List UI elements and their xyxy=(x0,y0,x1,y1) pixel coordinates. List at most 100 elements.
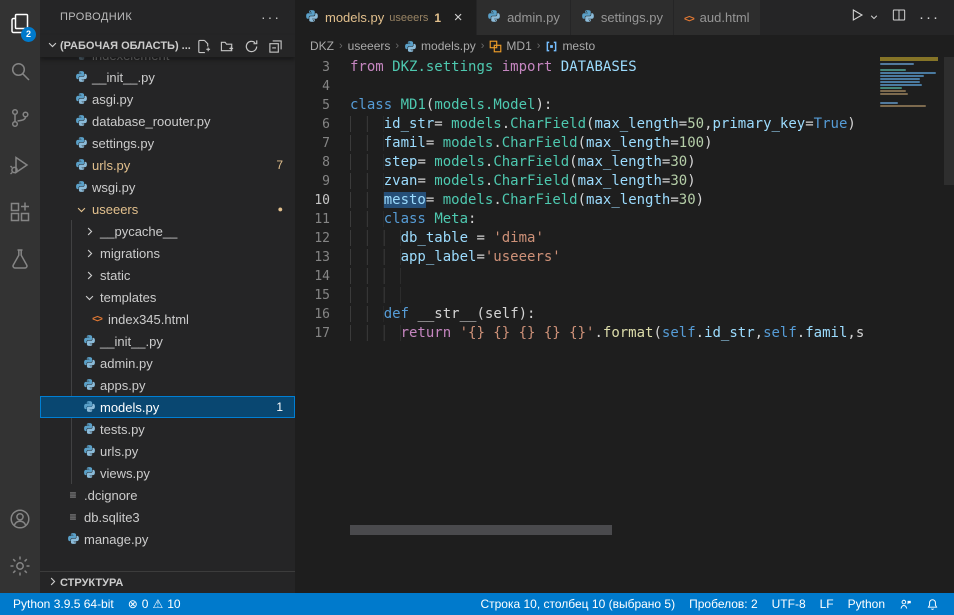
feedback-button[interactable] xyxy=(892,593,919,615)
horizontal-scrollbar[interactable] xyxy=(350,525,612,535)
more-actions-icon[interactable]: ··· xyxy=(919,9,940,26)
tree-item-init-py[interactable]: __init__.py xyxy=(40,330,295,352)
line-number[interactable]: 9 xyxy=(295,172,330,191)
code-line-6[interactable]: 6 id_str= models.CharField(max_length=50… xyxy=(295,115,880,134)
line-number[interactable]: 8 xyxy=(295,153,330,172)
tree-item-indexelement[interactable]: indexelement xyxy=(40,57,295,66)
code-line-8[interactable]: 8 step= models.CharField(max_length=30) xyxy=(295,153,880,172)
tab-admin-py[interactable]: admin.py xyxy=(477,0,571,35)
close-icon[interactable]: × xyxy=(450,9,466,26)
tree-item-database-roouter-py[interactable]: database_roouter.py xyxy=(40,110,295,132)
line-number[interactable]: 10 xyxy=(295,191,330,210)
tree-item-static[interactable]: static xyxy=(40,264,295,286)
chevron-down-icon xyxy=(72,204,90,215)
tree-item-admin-py[interactable]: admin.py xyxy=(40,352,295,374)
line-content xyxy=(350,267,401,286)
line-number[interactable]: 6 xyxy=(295,115,330,134)
new-folder-icon[interactable] xyxy=(220,39,235,54)
tree-item-index345-html[interactable]: <>index345.html xyxy=(40,308,295,330)
tree-item-label: static xyxy=(100,268,130,283)
code-line-13[interactable]: 13 app_label='useeers' xyxy=(295,248,880,267)
tree-item-tests-py[interactable]: tests.py xyxy=(40,418,295,440)
code-line-9[interactable]: 9 zvan= models.CharField(max_length=30) xyxy=(295,172,880,191)
breadcrumb-item-md1[interactable]: MD1 xyxy=(489,39,531,53)
workspace-section-header[interactable]: (РАБОЧАЯ ОБЛАСТЬ) ... xyxy=(40,35,295,57)
list-icon: ≡ xyxy=(64,510,82,524)
split-editor-icon[interactable] xyxy=(891,7,907,28)
line-number[interactable]: 15 xyxy=(295,286,330,305)
extensions-icon[interactable] xyxy=(0,188,40,235)
tree-item-useeers[interactable]: useeers● xyxy=(40,198,295,220)
line-number[interactable]: 4 xyxy=(295,77,330,96)
code-line-7[interactable]: 7 famil= models.CharField(max_length=100… xyxy=(295,134,880,153)
code-line-11[interactable]: 11 class Meta: xyxy=(295,210,880,229)
code-line-16[interactable]: 16 def __str__(self): xyxy=(295,305,880,324)
tree-item-models-py[interactable]: models.py1 xyxy=(40,396,295,418)
tree-item-wsgi-py[interactable]: wsgi.py xyxy=(40,176,295,198)
explorer-more-actions-icon[interactable]: ··· xyxy=(261,0,281,35)
line-number[interactable]: 11 xyxy=(295,210,330,229)
code-line-14[interactable]: 14 xyxy=(295,267,880,286)
run-dropdown-chevron-icon[interactable] xyxy=(869,9,879,27)
code-line-4[interactable]: 4 xyxy=(295,77,880,96)
minimap[interactable] xyxy=(880,57,938,108)
code-line-5[interactable]: 5class MD1(models.Model): xyxy=(295,96,880,115)
explorer-icon[interactable]: 2 xyxy=(0,0,40,47)
manage-icon[interactable] xyxy=(0,542,40,589)
line-number[interactable]: 17 xyxy=(295,324,330,343)
tree-item-pycache[interactable]: __pycache__ xyxy=(40,220,295,242)
tree-item-manage-py[interactable]: manage.py xyxy=(40,528,295,550)
language-mode[interactable]: Python xyxy=(841,593,892,615)
tree-item-settings-py[interactable]: settings.py xyxy=(40,132,295,154)
source-control-icon[interactable] xyxy=(0,94,40,141)
code-editor[interactable]: 3from DKZ.settings import DATABASES45cla… xyxy=(295,57,880,593)
breadcrumb-item-models-py[interactable]: models.py xyxy=(404,39,476,53)
line-number[interactable]: 5 xyxy=(295,96,330,115)
search-icon[interactable] xyxy=(0,47,40,94)
tree-item-asgi-py[interactable]: asgi.py xyxy=(40,88,295,110)
code-line-12[interactable]: 12 db_table = 'dima' xyxy=(295,229,880,248)
refresh-icon[interactable] xyxy=(244,39,259,54)
code-line-15[interactable]: 15 xyxy=(295,286,880,305)
tree-item-views-py[interactable]: views.py xyxy=(40,462,295,484)
line-number[interactable]: 3 xyxy=(295,58,330,77)
encoding-setting[interactable]: UTF-8 xyxy=(765,593,813,615)
vertical-scrollbar[interactable] xyxy=(944,57,954,185)
indentation-setting[interactable]: Пробелов: 2 xyxy=(682,593,765,615)
tab-aud-html[interactable]: <>aud.html xyxy=(674,0,761,35)
code-line-17[interactable]: 17 return '{} {} {} {} {}'.format(self.i… xyxy=(295,324,880,343)
cursor-position[interactable]: Строка 10, столбец 10 (выбрано 5) xyxy=(473,593,682,615)
breadcrumb-item-mesto[interactable]: mesto xyxy=(545,39,595,53)
line-number[interactable]: 7 xyxy=(295,134,330,153)
new-file-icon[interactable] xyxy=(196,39,211,54)
tree-item-templates[interactable]: templates xyxy=(40,286,295,308)
python-interpreter[interactable]: Python 3.9.5 64-bit xyxy=(6,593,121,615)
line-number[interactable]: 16 xyxy=(295,305,330,324)
tab-models-py[interactable]: models.pyuseeers1× xyxy=(295,0,477,35)
line-number[interactable]: 14 xyxy=(295,267,330,286)
tree-item-dcignore[interactable]: ≡.dcignore xyxy=(40,484,295,506)
line-number[interactable]: 12 xyxy=(295,229,330,248)
tree-item-apps-py[interactable]: apps.py xyxy=(40,374,295,396)
run-and-debug-icon[interactable] xyxy=(0,141,40,188)
tree-item-db-sqlite3[interactable]: ≡db.sqlite3 xyxy=(40,506,295,528)
tree-item-urls-py[interactable]: urls.py7 xyxy=(40,154,295,176)
account-icon[interactable] xyxy=(0,495,40,542)
tab-settings-py[interactable]: settings.py xyxy=(571,0,674,35)
breadcrumb-item-useeers[interactable]: useeers xyxy=(348,39,391,53)
tree-item-migrations[interactable]: migrations xyxy=(40,242,295,264)
problems-indicator[interactable]: ⊗ 0 ⚠ 10 xyxy=(121,593,188,615)
eol-setting[interactable]: LF xyxy=(813,593,841,615)
tab-label: admin.py xyxy=(507,10,560,25)
breadcrumb-item-dkz[interactable]: DKZ xyxy=(310,39,334,53)
tree-item-urls-py[interactable]: urls.py xyxy=(40,440,295,462)
collapse-all-icon[interactable] xyxy=(268,39,283,54)
run-button[interactable] xyxy=(849,7,865,28)
code-line-3[interactable]: 3from DKZ.settings import DATABASES xyxy=(295,58,880,77)
tree-item-init-py[interactable]: __init__.py xyxy=(40,66,295,88)
testing-icon[interactable] xyxy=(0,235,40,282)
outline-section-header[interactable]: СТРУКТУРА xyxy=(40,571,295,593)
notifications-button[interactable] xyxy=(919,593,946,615)
line-number[interactable]: 13 xyxy=(295,248,330,267)
code-line-10[interactable]: 10 mesto= models.CharField(max_length=30… xyxy=(295,191,880,210)
